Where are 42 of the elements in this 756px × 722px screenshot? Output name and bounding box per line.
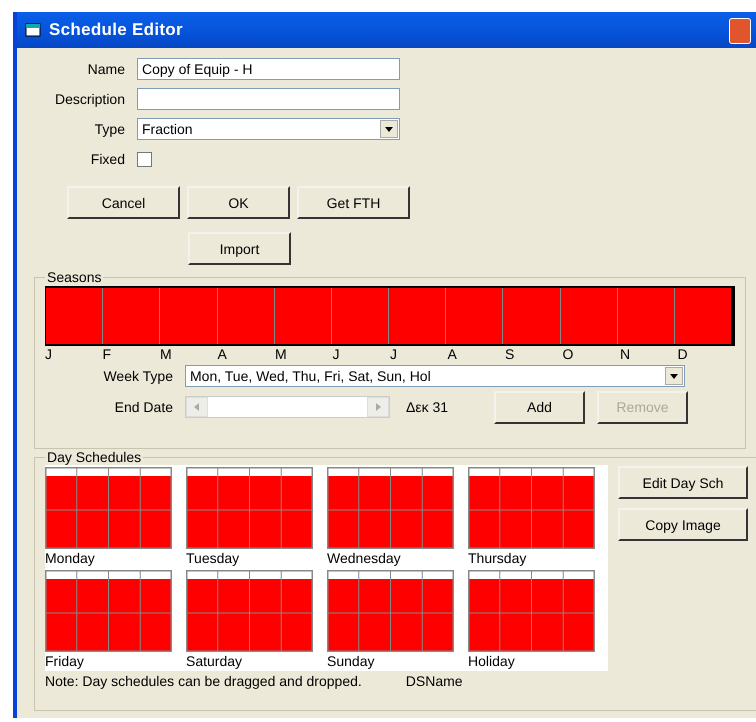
month-label: A — [218, 346, 227, 362]
day-label: Friday — [45, 652, 85, 671]
week-type-dropdown[interactable]: Mon, Tue, Wed, Thu, Fri, Sat, Sun, Hol — [185, 365, 685, 387]
day-label: Thursday — [468, 549, 528, 568]
group-title: Seasons — [46, 269, 102, 285]
ds-name-label: DSName — [406, 673, 463, 689]
field-label: End Date — [114, 399, 174, 415]
day-label: Monday — [45, 549, 96, 568]
month-label: F — [102, 346, 112, 362]
field-label: Name — [86, 61, 126, 77]
end-date-value: Δεκ 31 — [406, 399, 450, 415]
button[interactable]: Edit Day Sch — [618, 466, 748, 499]
type-dropdown[interactable]: Fraction — [137, 118, 400, 140]
field-label: Description — [54, 91, 126, 107]
day-label: Holiday — [468, 652, 516, 671]
field-label: Type — [94, 121, 126, 137]
window-title: Schedule Editor — [49, 20, 183, 40]
day-label: Tuesday — [186, 549, 240, 568]
month-label: D — [678, 346, 688, 362]
button[interactable]: Cancel — [67, 186, 180, 219]
month-label: J — [332, 346, 340, 362]
month-label: J — [390, 346, 397, 362]
month-label: O — [562, 346, 574, 362]
month-label: M — [160, 346, 172, 362]
day-label: Saturday — [186, 652, 244, 671]
day-label: Sunday — [327, 652, 376, 671]
field-label: Week Type — [102, 368, 174, 384]
day-label: Wednesday — [327, 549, 402, 568]
month-label: A — [448, 346, 457, 362]
month-label: N — [620, 346, 630, 362]
button[interactable]: Add — [494, 390, 585, 424]
button[interactable]: Get FTH — [297, 186, 410, 219]
month-label: S — [505, 346, 514, 362]
button[interactable]: Import — [188, 232, 291, 265]
button[interactable]: Copy Image — [618, 508, 748, 541]
group-title: Day Schedules — [46, 449, 142, 465]
button[interactable]: OK — [187, 186, 290, 219]
field-label: Fixed — [90, 151, 126, 167]
note-text: Note: Day schedules can be dragged and dropped. — [45, 673, 362, 689]
month-label: J — [45, 346, 52, 362]
name-field[interactable]: Copy of Equip - H — [137, 58, 400, 80]
month-label: M — [275, 346, 287, 362]
